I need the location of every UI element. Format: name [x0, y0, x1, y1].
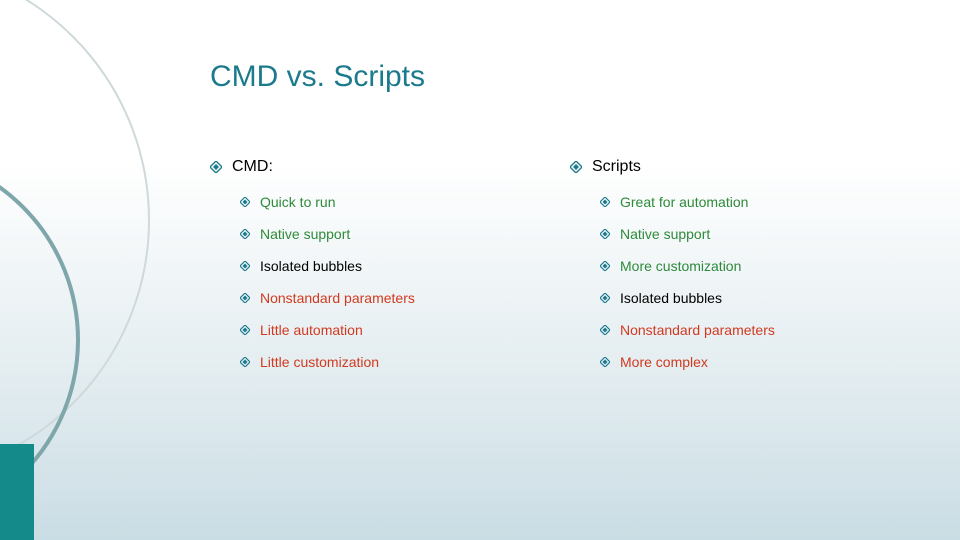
- list-item: More customization: [600, 258, 900, 274]
- list-item-label: Little customization: [260, 354, 379, 370]
- diamond-icon: [240, 197, 250, 207]
- list-item: Isolated bubbles: [600, 290, 900, 306]
- list-item: Little automation: [240, 322, 540, 338]
- column-heading: Scripts: [570, 158, 900, 176]
- columns: CMD: Quick to run Native support Isolate…: [210, 158, 910, 386]
- diamond-icon: [600, 261, 610, 271]
- list-item-label: Nonstandard parameters: [260, 290, 415, 306]
- column-cmd: CMD: Quick to run Native support Isolate…: [210, 158, 540, 386]
- diamond-icon: [240, 357, 250, 367]
- list-item: Little customization: [240, 354, 540, 370]
- list-item-label: Nonstandard parameters: [620, 322, 775, 338]
- column-scripts: Scripts Great for automation Native supp…: [570, 158, 900, 386]
- list-item: Great for automation: [600, 194, 900, 210]
- list-item: Native support: [600, 226, 900, 242]
- diamond-icon: [240, 261, 250, 271]
- list-item: Native support: [240, 226, 540, 242]
- list-item-label: Native support: [260, 226, 350, 242]
- diamond-icon: [240, 325, 250, 335]
- list-item: Nonstandard parameters: [240, 290, 540, 306]
- column-heading-label: Scripts: [592, 158, 641, 176]
- diamond-icon: [600, 229, 610, 239]
- list-item-label: Native support: [620, 226, 710, 242]
- list-item-label: Isolated bubbles: [260, 258, 362, 274]
- diamond-icon: [600, 293, 610, 303]
- diamond-icon: [600, 357, 610, 367]
- column-heading: CMD:: [210, 158, 540, 176]
- list-item-label: More complex: [620, 354, 708, 370]
- column-heading-label: CMD:: [232, 158, 273, 176]
- sub-list: Quick to run Native support Isolated bub…: [240, 194, 540, 370]
- slide-title: CMD vs. Scripts: [210, 60, 910, 94]
- diamond-icon: [570, 161, 582, 173]
- diamond-icon: [600, 325, 610, 335]
- diamond-icon: [600, 197, 610, 207]
- list-item-label: Great for automation: [620, 194, 748, 210]
- content-area: CMD vs. Scripts CMD: Quick to run Native…: [210, 60, 910, 386]
- list-item-label: Isolated bubbles: [620, 290, 722, 306]
- slide: CMD vs. Scripts CMD: Quick to run Native…: [0, 0, 960, 540]
- list-item: Quick to run: [240, 194, 540, 210]
- sub-list: Great for automation Native support More…: [600, 194, 900, 370]
- diamond-icon: [210, 161, 222, 173]
- list-item-label: More customization: [620, 258, 741, 274]
- diamond-icon: [240, 229, 250, 239]
- list-item: Isolated bubbles: [240, 258, 540, 274]
- list-item-label: Little automation: [260, 322, 363, 338]
- list-item: Nonstandard parameters: [600, 322, 900, 338]
- decorative-block: [0, 444, 34, 540]
- list-item: More complex: [600, 354, 900, 370]
- list-item-label: Quick to run: [260, 194, 335, 210]
- diamond-icon: [240, 293, 250, 303]
